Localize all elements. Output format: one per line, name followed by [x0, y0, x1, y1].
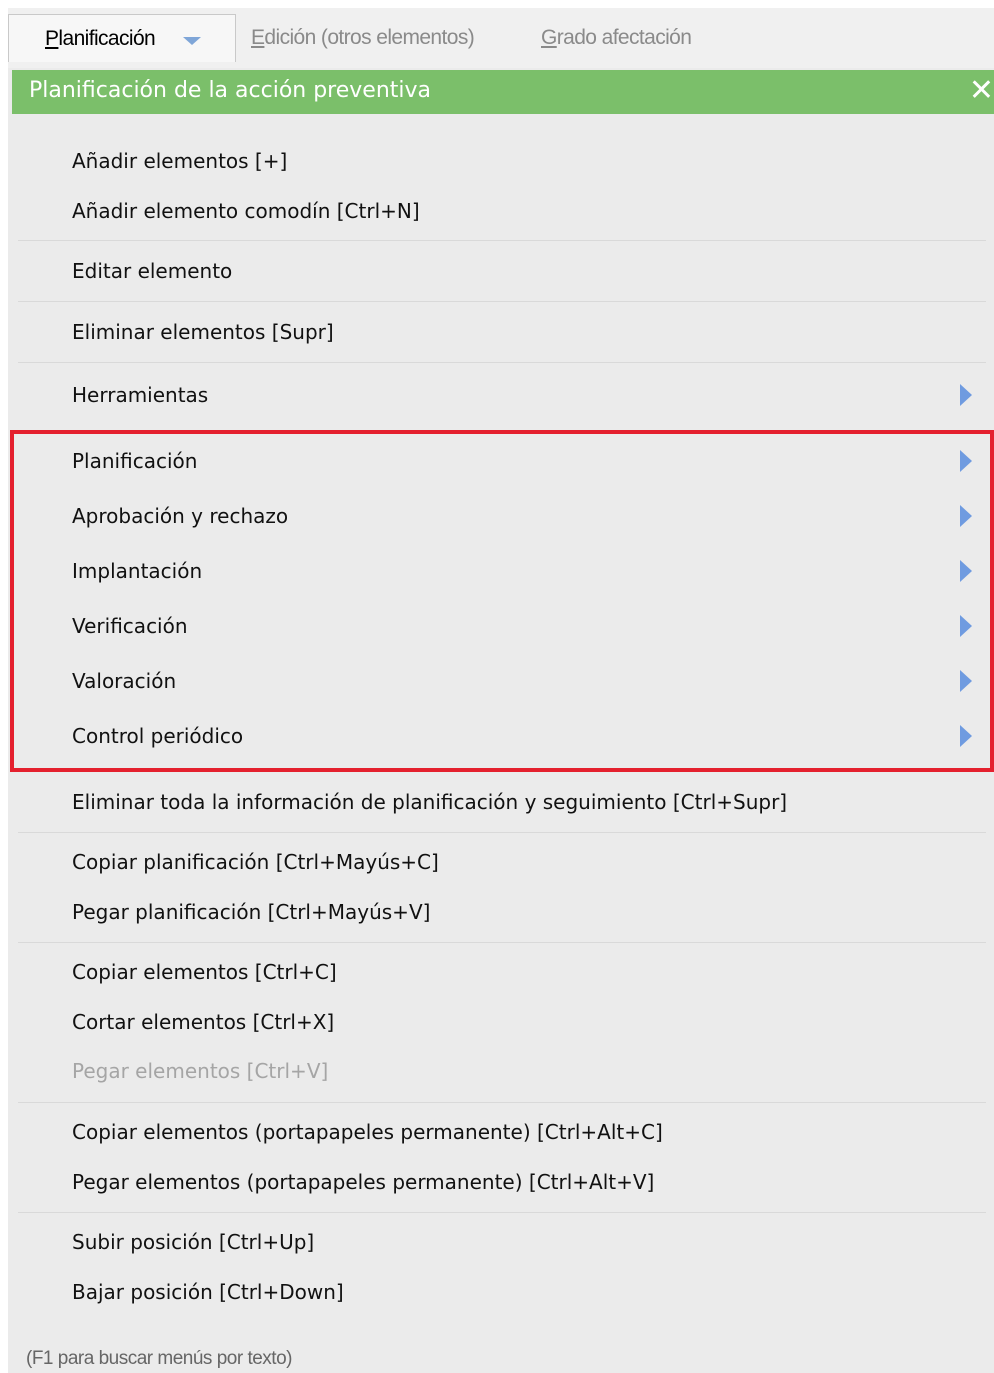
submenu-arrow-icon: [960, 725, 972, 747]
menu-item-copiar-planificacion[interactable]: Copiar planificación [Ctrl+Mayús+C]: [72, 840, 994, 884]
menu-separator: [18, 1102, 986, 1103]
menu-separator: [18, 362, 986, 363]
menu-item-anadir-elementos[interactable]: Añadir elementos [+]: [72, 139, 994, 183]
menu-item-label: Implantación: [72, 559, 203, 583]
tab-edicion-label: dición (otros elementos): [264, 26, 475, 49]
search-hint: (F1 para buscar menús por texto): [26, 1348, 292, 1369]
menu-item-label: Subir posición [Ctrl+Up]: [72, 1230, 315, 1254]
menu-item-label: Valoración: [72, 669, 177, 693]
menu-item-eliminar-toda-informacion[interactable]: Eliminar toda la información de planific…: [72, 780, 994, 824]
menu-item-label: Eliminar toda la información de planific…: [72, 790, 788, 814]
submenu-arrow-icon: [960, 615, 972, 637]
menu-item-subir-posicion[interactable]: Subir posición [Ctrl+Up]: [72, 1220, 994, 1264]
tab-planificacion-label: lanificación: [58, 27, 156, 50]
submenu-arrow-icon: [960, 450, 972, 472]
tab-edicion[interactable]: Edición (otros elementos): [251, 14, 475, 62]
menu-item-bajar-posicion[interactable]: Bajar posición [Ctrl+Down]: [72, 1270, 994, 1314]
menu-item-label: Pegar elementos [Ctrl+V]: [72, 1059, 329, 1083]
menu-item-planificacion[interactable]: Planificación: [72, 439, 994, 483]
menu-item-label: Añadir elemento comodín [Ctrl+N]: [72, 199, 420, 223]
menu-item-label: Copiar elementos [Ctrl+C]: [72, 960, 337, 984]
panel-header: Planificación de la acción preventiva ✕: [12, 70, 994, 114]
menu-separator: [18, 942, 986, 943]
dropdown-arrow-icon: [183, 37, 201, 45]
submenu-arrow-icon: [960, 670, 972, 692]
menu-item-pegar-planificacion[interactable]: Pegar planificación [Ctrl+Mayús+V]: [72, 890, 994, 934]
menu-item-label: Copiar planificación [Ctrl+Mayús+C]: [72, 850, 439, 874]
panel-title: Planificación de la acción preventiva: [29, 78, 432, 103]
menu-item-pegar-portapapeles[interactable]: Pegar elementos (portapapeles permanente…: [72, 1160, 994, 1204]
menu-item-label: Cortar elementos [Ctrl+X]: [72, 1010, 335, 1034]
menu-item-verificacion[interactable]: Verificación: [72, 604, 994, 648]
menu-item-label: Herramientas: [72, 383, 209, 407]
submenu-arrow-icon: [960, 560, 972, 582]
menu-item-copiar-elementos[interactable]: Copiar elementos [Ctrl+C]: [72, 950, 994, 994]
tab-planificacion[interactable]: Planificación: [8, 14, 236, 62]
menu-item-label: Pegar elementos (portapapeles permanente…: [72, 1170, 655, 1194]
menu-separator: [18, 832, 986, 833]
menu-item-editar-elemento[interactable]: Editar elemento: [72, 249, 994, 293]
menu-item-herramientas[interactable]: Herramientas: [72, 373, 994, 417]
menu-item-implantacion[interactable]: Implantación: [72, 549, 994, 593]
menu-item-label: Control periódico: [72, 724, 244, 748]
menu-tab-bar: Planificación Edición (otros elementos) …: [8, 8, 994, 68]
tab-grado-label: rado afectación: [556, 26, 692, 49]
menu-item-cortar-elementos[interactable]: Cortar elementos [Ctrl+X]: [72, 1000, 994, 1044]
menu-item-label: Planificación: [72, 449, 198, 473]
menu-item-copiar-portapapeles[interactable]: Copiar elementos (portapapeles permanent…: [72, 1110, 994, 1154]
menu-separator: [18, 1212, 986, 1213]
menu-separator: [18, 301, 986, 302]
menu-item-label: Copiar elementos (portapapeles permanent…: [72, 1120, 663, 1144]
close-icon[interactable]: ✕: [969, 74, 994, 108]
menu-item-anadir-elemento-comodin[interactable]: Añadir elemento comodín [Ctrl+N]: [72, 189, 994, 233]
tab-edicion-mnemonic: E: [251, 26, 265, 49]
submenu-arrow-icon: [960, 505, 972, 527]
menu-item-pegar-elementos[interactable]: Pegar elementos [Ctrl+V]: [72, 1049, 994, 1093]
menu-separator: [18, 240, 986, 241]
menu-item-aprobacion-rechazo[interactable]: Aprobación y rechazo: [72, 494, 994, 538]
menu-item-label: Verificación: [72, 614, 188, 638]
menu-item-label: Añadir elementos [+]: [72, 149, 288, 173]
menu-item-control-periodico[interactable]: Control periódico: [72, 714, 994, 758]
menu-item-valoracion[interactable]: Valoración: [72, 659, 994, 703]
menu-item-label: Editar elemento: [72, 259, 233, 283]
menu-item-label: Aprobación y rechazo: [72, 504, 289, 528]
tab-planificacion-mnemonic: P: [45, 27, 59, 50]
submenu-arrow-icon: [960, 384, 972, 406]
menu-item-label: Eliminar elementos [Supr]: [72, 320, 334, 344]
tab-grado-mnemonic: G: [541, 26, 557, 49]
menu-item-label: Pegar planificación [Ctrl+Mayús+V]: [72, 900, 431, 924]
menu-item-eliminar-elementos[interactable]: Eliminar elementos [Supr]: [72, 310, 994, 354]
menu-item-label: Bajar posición [Ctrl+Down]: [72, 1280, 344, 1304]
tab-grado-afectacion[interactable]: Grado afectación: [541, 14, 692, 62]
